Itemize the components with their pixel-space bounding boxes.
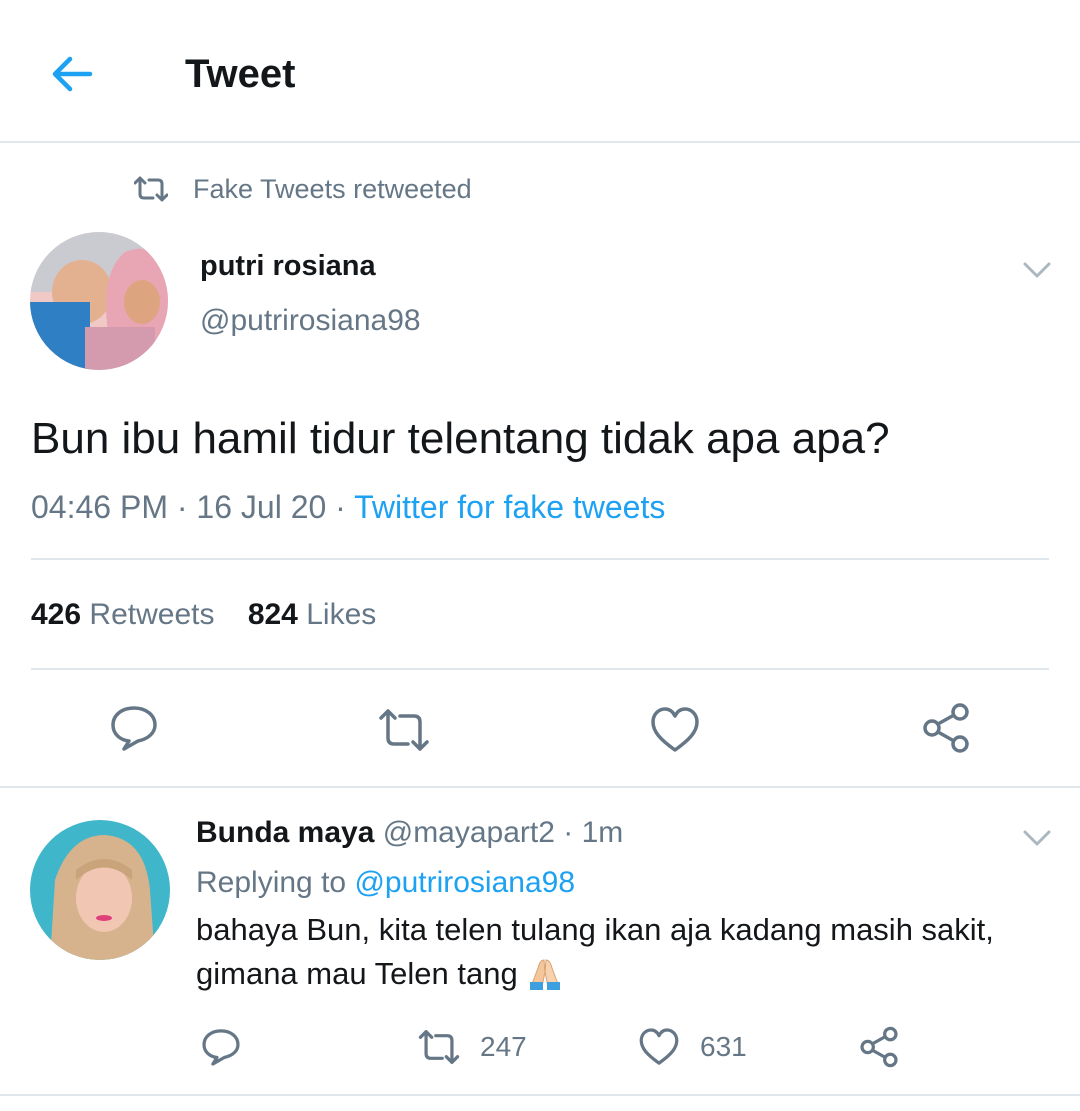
- reply-author-handle[interactable]: @mayapart2: [383, 816, 555, 849]
- reply-time: 1m: [581, 816, 624, 849]
- reply-header: Bunda maya @mayapart2 · 1m: [196, 816, 624, 849]
- reply-retweet-count: 247: [480, 1031, 527, 1062]
- tweet-stats: 426 Retweets 824 Likes: [31, 594, 376, 636]
- author-handle[interactable]: @putrirosiana98: [200, 301, 421, 341]
- likes-label[interactable]: Likes: [306, 598, 376, 631]
- tweet-source-link[interactable]: Twitter for fake tweets: [354, 489, 665, 525]
- like-icon[interactable]: [638, 1026, 680, 1068]
- share-icon[interactable]: [920, 702, 972, 754]
- retweet-icon[interactable]: [418, 1026, 460, 1068]
- chevron-down-icon[interactable]: [1022, 260, 1052, 280]
- chevron-down-icon[interactable]: [1022, 828, 1052, 848]
- replying-to: Replying to @putrirosiana98: [196, 862, 575, 904]
- reply-icon[interactable]: [108, 702, 160, 754]
- divider: [31, 558, 1049, 560]
- retweet-icon: [134, 176, 168, 202]
- reply-text-line: bahaya Bun, kita telen tulang ikan aja k…: [196, 912, 994, 947]
- tweet-text: Bun ibu hamil tidur telentang tidak apa …: [31, 414, 890, 463]
- page-title: Tweet: [185, 52, 296, 96]
- like-icon[interactable]: [649, 704, 701, 756]
- share-icon[interactable]: [858, 1026, 900, 1068]
- reply-text-line: gimana mau Telen tang: [196, 956, 518, 991]
- tweet-time: 04:46 PM: [31, 489, 168, 525]
- folded-hands-icon: [530, 959, 561, 990]
- retweeted-by-label: Fake Tweets retweeted: [193, 174, 472, 204]
- tweet-meta: 04:46 PM · 16 Jul 20 · Twitter for fake …: [31, 489, 666, 525]
- author-avatar[interactable]: [30, 232, 168, 370]
- divider: [0, 1094, 1080, 1096]
- reply-like-count: 631: [700, 1031, 747, 1062]
- retweets-label[interactable]: Retweets: [89, 598, 214, 631]
- reply-author-avatar[interactable]: [30, 820, 170, 960]
- reply-text: bahaya Bun, kita telen tulang ikan aja k…: [196, 908, 1056, 996]
- replying-to-prefix: Replying to: [196, 866, 347, 899]
- divider: [31, 668, 1049, 670]
- tweet-date: 16 Jul 20: [196, 489, 327, 525]
- top-bar: [0, 0, 1080, 143]
- divider: [0, 786, 1080, 788]
- reply-text-line-2: gimana mau Telen tang: [196, 952, 1056, 996]
- retweets-count[interactable]: 426: [31, 598, 81, 631]
- likes-count[interactable]: 824: [248, 598, 298, 631]
- reply-icon[interactable]: [200, 1026, 242, 1068]
- author-name[interactable]: putri rosiana: [200, 246, 376, 286]
- back-arrow-icon[interactable]: [46, 48, 98, 100]
- replying-to-handle[interactable]: @putrirosiana98: [354, 866, 575, 899]
- retweet-icon[interactable]: [378, 704, 430, 756]
- reply-author-name[interactable]: Bunda maya: [196, 816, 374, 849]
